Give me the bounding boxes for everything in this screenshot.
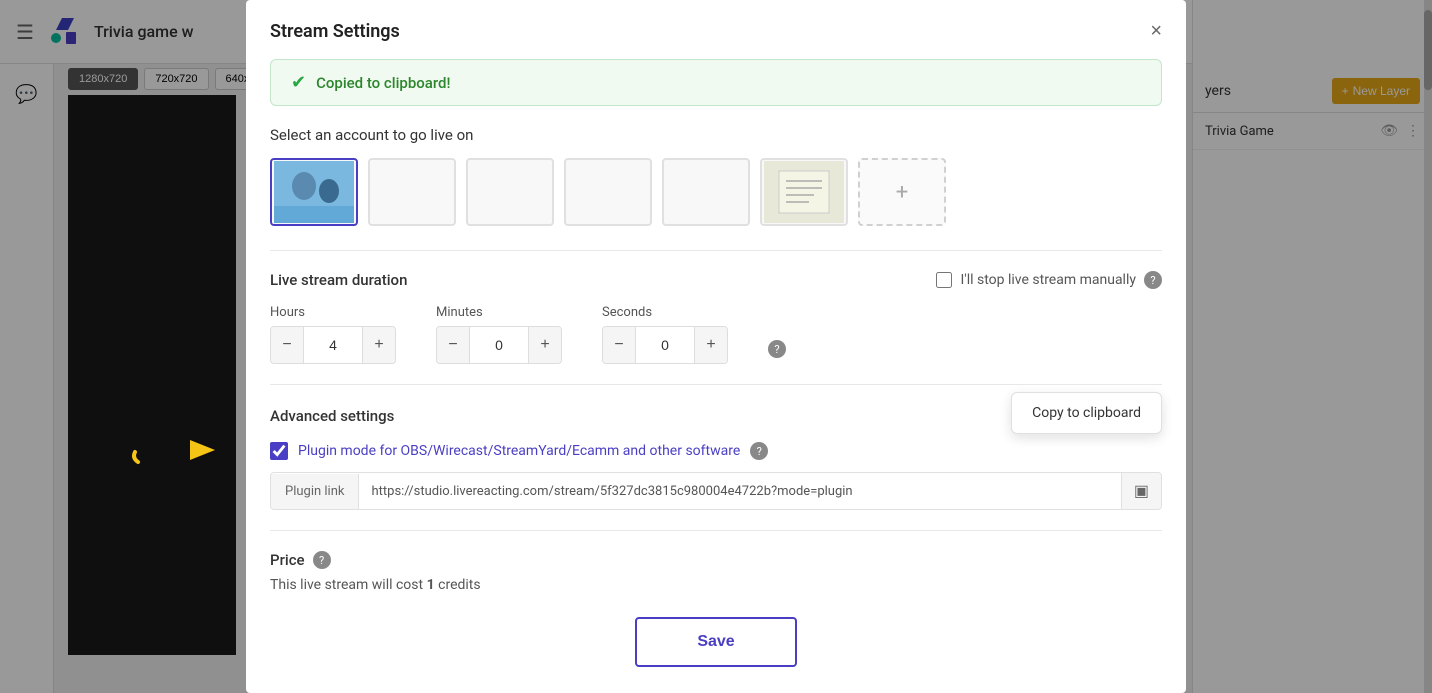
price-description: This live stream will cost 1 credits bbox=[270, 577, 1162, 593]
minutes-increment-button[interactable]: + bbox=[529, 327, 561, 363]
plugin-mode-label[interactable]: Plugin mode for OBS/Wirecast/StreamYard/… bbox=[298, 443, 740, 459]
price-credits-unit: credits bbox=[438, 577, 480, 593]
copy-tooltip-text: Copy to clipboard bbox=[1032, 405, 1141, 421]
minutes-input[interactable] bbox=[469, 327, 529, 363]
minutes-label: Minutes bbox=[436, 305, 562, 320]
duration-header: Live stream duration I'll stop live stre… bbox=[270, 271, 1162, 289]
select-account-label: Select an account to go live on bbox=[270, 126, 1162, 144]
price-help-icon[interactable]: ? bbox=[313, 551, 331, 569]
modal-title: Stream Settings bbox=[270, 21, 400, 42]
hours-label: Hours bbox=[270, 305, 396, 320]
plugin-mode-row: Plugin mode for OBS/Wirecast/StreamYard/… bbox=[270, 442, 1162, 460]
save-button[interactable]: Save bbox=[635, 617, 796, 667]
duration-title: Live stream duration bbox=[270, 271, 407, 289]
seconds-field: Seconds − + bbox=[602, 305, 728, 364]
manual-stop-label: I'll stop live stream manually bbox=[960, 272, 1136, 288]
account-thumb-3[interactable] bbox=[466, 158, 554, 226]
account-image-1 bbox=[274, 161, 354, 223]
manual-stop-row: I'll stop live stream manually ? bbox=[936, 271, 1162, 289]
seconds-label: Seconds bbox=[602, 305, 728, 320]
price-section: Price ? This live stream will cost 1 cre… bbox=[270, 551, 1162, 593]
add-account-button[interactable]: + bbox=[858, 158, 946, 226]
manual-stop-help-icon[interactable]: ? bbox=[1144, 271, 1162, 289]
seconds-decrement-button[interactable]: − bbox=[603, 327, 635, 363]
minutes-spinner: − + bbox=[436, 326, 562, 364]
modal-header: Stream Settings × bbox=[270, 20, 1162, 43]
price-title: Price bbox=[270, 551, 305, 569]
price-credits-value: 1 bbox=[427, 577, 435, 593]
account-thumb-6[interactable] bbox=[760, 158, 848, 226]
account-thumb-5[interactable] bbox=[662, 158, 750, 226]
hours-field: Hours − + bbox=[270, 305, 396, 364]
seconds-spinner: − + bbox=[602, 326, 728, 364]
seconds-increment-button[interactable]: + bbox=[695, 327, 727, 363]
plus-add-icon: + bbox=[896, 180, 908, 205]
stream-settings-modal: Stream Settings × ✔ Copied to clipboard!… bbox=[246, 0, 1186, 693]
arrow-svg bbox=[130, 430, 220, 470]
plugin-link-value: https://studio.livereacting.com/stream/5… bbox=[359, 474, 1120, 509]
divider-2 bbox=[270, 384, 1162, 385]
hours-spinner: − + bbox=[270, 326, 396, 364]
toast-text: Copied to clipboard! bbox=[316, 74, 450, 92]
copy-to-clipboard-tooltip: Copy to clipboard bbox=[1011, 392, 1162, 434]
divider-3 bbox=[270, 530, 1162, 531]
duration-inputs: Hours − + Minutes − + Seconds − + bbox=[270, 305, 1162, 364]
plugin-mode-checkbox[interactable] bbox=[270, 442, 288, 460]
advanced-title: Advanced settings bbox=[270, 407, 394, 425]
account-image-6 bbox=[764, 161, 844, 223]
account-thumb-1[interactable] bbox=[270, 158, 358, 226]
minutes-field: Minutes − + bbox=[436, 305, 562, 364]
manual-stop-checkbox[interactable] bbox=[936, 272, 952, 288]
seconds-input[interactable] bbox=[635, 327, 695, 363]
copy-icon: ▣ bbox=[1134, 481, 1149, 501]
plugin-copy-button[interactable]: ▣ bbox=[1121, 473, 1161, 509]
arrow-annotation bbox=[130, 430, 220, 474]
account-thumb-2[interactable] bbox=[368, 158, 456, 226]
price-header: Price ? bbox=[270, 551, 1162, 569]
hours-increment-button[interactable]: + bbox=[363, 327, 395, 363]
account-thumb-4[interactable] bbox=[564, 158, 652, 226]
accounts-row: + bbox=[270, 158, 1162, 226]
hours-input[interactable] bbox=[303, 327, 363, 363]
hours-decrement-button[interactable]: − bbox=[271, 327, 303, 363]
success-toast: ✔ Copied to clipboard! bbox=[270, 59, 1162, 106]
minutes-decrement-button[interactable]: − bbox=[437, 327, 469, 363]
check-circle-icon: ✔ bbox=[291, 72, 306, 93]
plugin-link-label: Plugin link bbox=[271, 474, 359, 509]
modal-close-button[interactable]: × bbox=[1150, 20, 1162, 43]
price-desc-text: This live stream will cost bbox=[270, 577, 423, 593]
duration-help-icon[interactable]: ? bbox=[768, 340, 786, 358]
plugin-link-row: Plugin link https://studio.livereacting.… bbox=[270, 472, 1162, 510]
divider-1 bbox=[270, 250, 1162, 251]
duration-help: ? bbox=[768, 340, 786, 358]
plugin-help-icon[interactable]: ? bbox=[750, 442, 768, 460]
